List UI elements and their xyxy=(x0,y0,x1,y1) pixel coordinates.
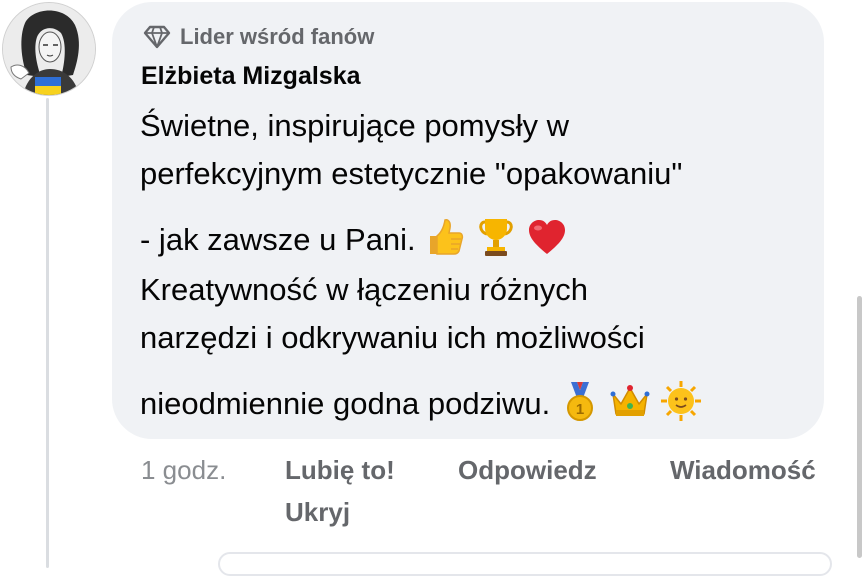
sun-with-face-icon xyxy=(660,380,702,422)
comment-timestamp[interactable]: 1 godz. xyxy=(141,452,226,488)
comment-text-segment: - jak zawsze u Pani. xyxy=(140,222,416,257)
badge-label: Lider wśród fanów xyxy=(180,24,375,49)
scrollbar[interactable] xyxy=(857,296,862,558)
diamond-icon xyxy=(143,25,171,49)
hide-button[interactable]: Ukryj xyxy=(285,494,350,530)
message-button[interactable]: Wiadomość xyxy=(670,452,816,488)
reply-button[interactable]: Odpowiedz xyxy=(458,452,597,488)
avatar[interactable] xyxy=(3,3,95,95)
like-button[interactable]: Lubię to! xyxy=(285,452,395,488)
crown-icon xyxy=(609,380,651,422)
trophy-icon xyxy=(475,216,517,258)
first-place-medal-icon: 1 xyxy=(559,380,601,422)
red-heart-icon xyxy=(526,216,568,258)
top-fan-badge: Lider wśród fanów xyxy=(143,22,374,52)
comment-author[interactable]: Elżbieta Mizgalska xyxy=(141,62,361,91)
next-comment-box xyxy=(218,552,832,576)
comment-text-line: perfekcyjnym estetycznie "opakowaniu" xyxy=(140,156,683,191)
svg-text:1: 1 xyxy=(576,401,584,418)
comment-text-line: Świetne, inspirujące pomysły w xyxy=(140,108,570,143)
thumbs-up-icon xyxy=(424,216,466,258)
comment-text-line-with-emoji: - jak zawsze u Pani. xyxy=(140,216,568,260)
comment-text-line: Kreatywność w łączeniu różnych xyxy=(140,272,588,307)
comment-text-segment: nieodmiennie godna podziwu. xyxy=(140,386,551,421)
comment-text-line: narzędzi i odkrywaniu ich możliwości xyxy=(140,320,645,355)
thread-line xyxy=(46,98,49,568)
comment-text-line-with-emoji: nieodmiennie godna podziwu. 1 xyxy=(140,380,702,424)
